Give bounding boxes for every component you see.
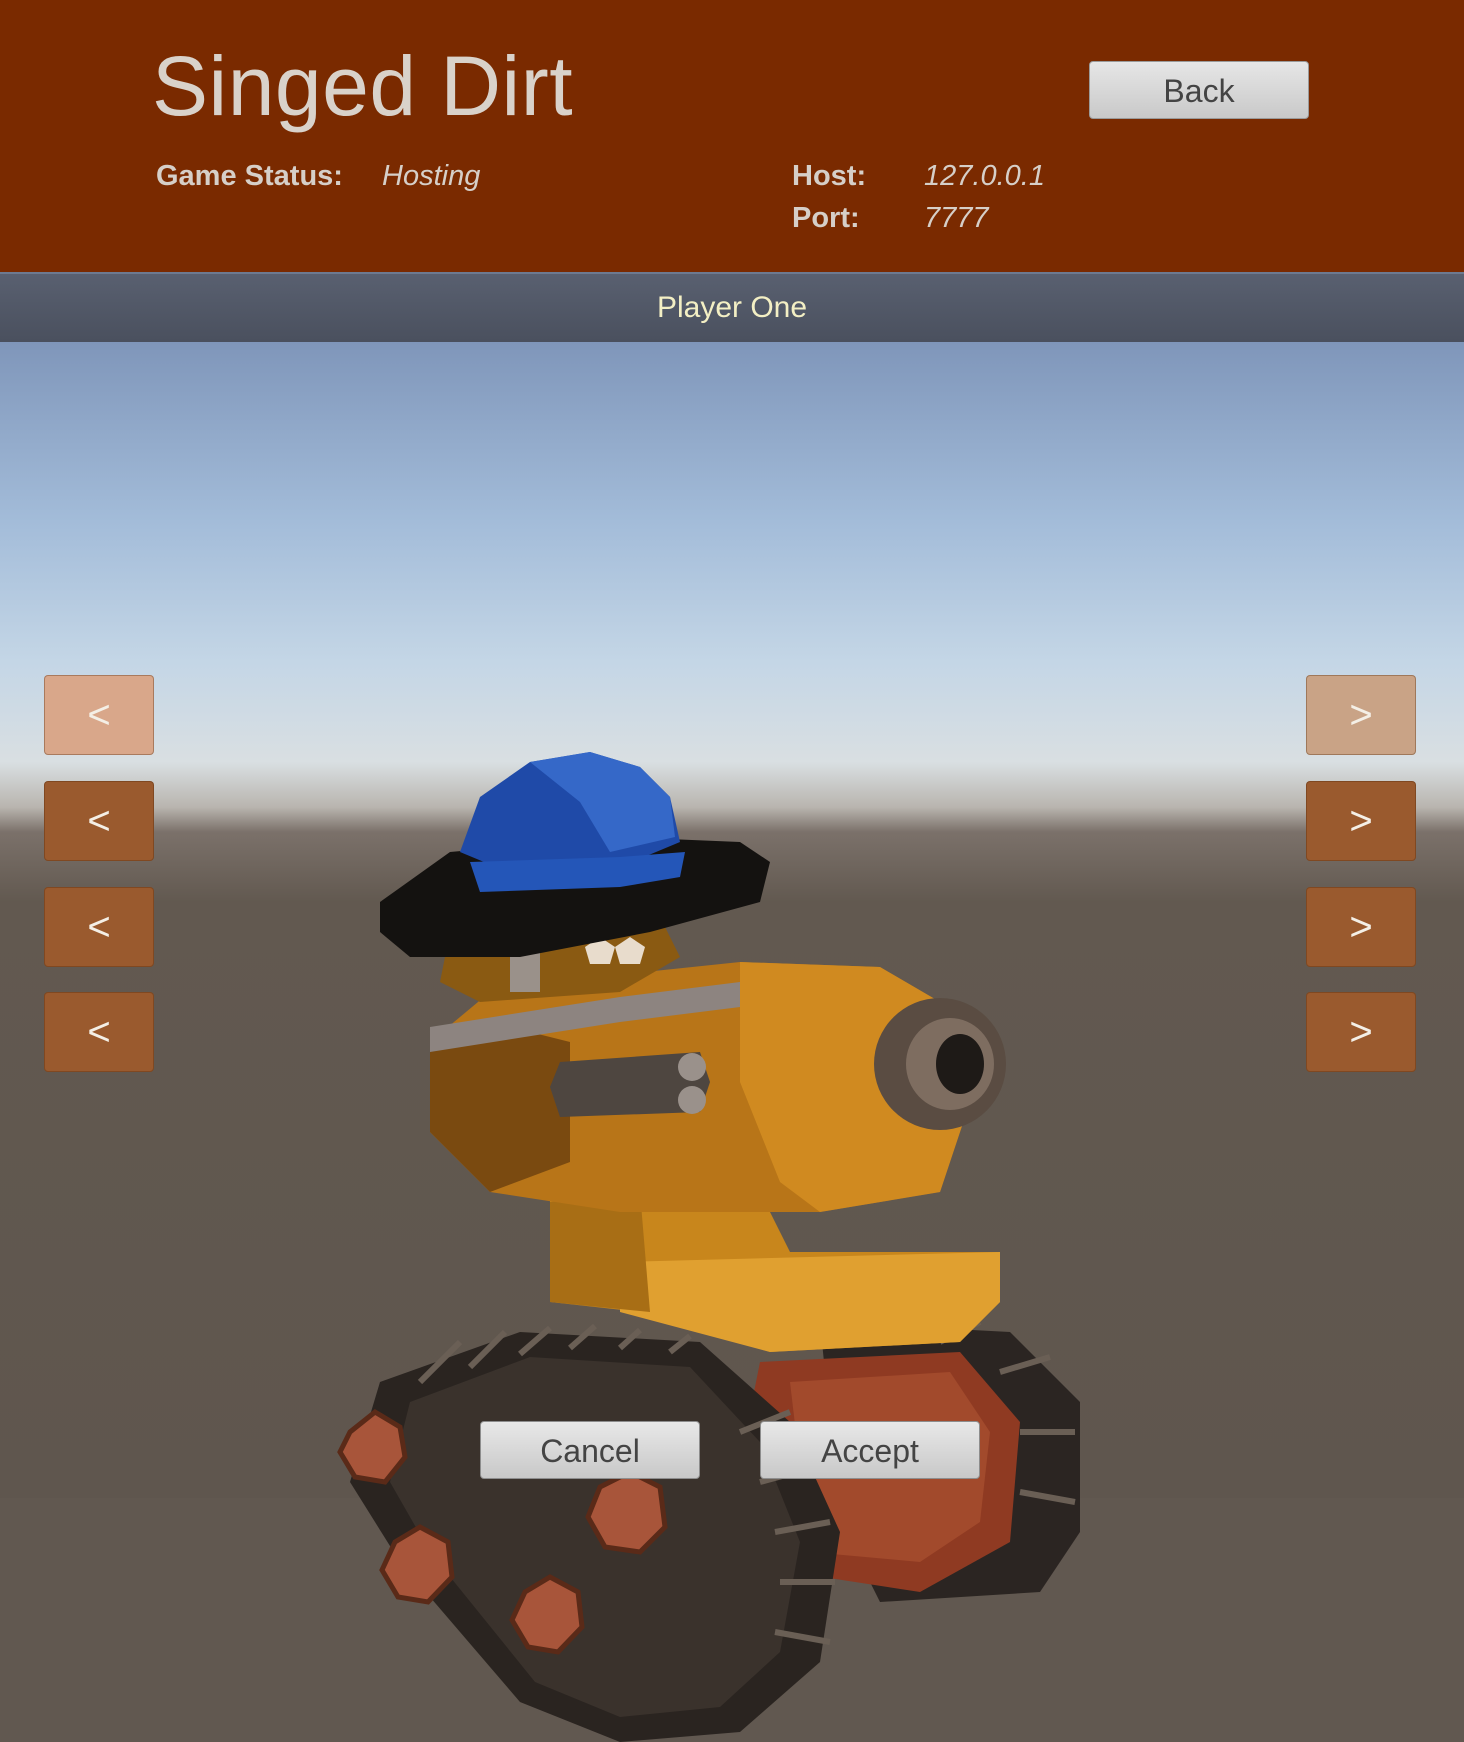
back-button[interactable]: Back bbox=[1089, 61, 1309, 119]
header-panel: Singed Dirt Back Game Status: Hosting Ho… bbox=[0, 0, 1464, 272]
prev-hat-button[interactable]: < bbox=[44, 675, 154, 755]
next-body-button[interactable]: > bbox=[1306, 887, 1416, 967]
host-value: 127.0.0.1 bbox=[924, 160, 1045, 192]
tank-model bbox=[337, 752, 1080, 1742]
player-name: Player One bbox=[656, 291, 808, 324]
prev-turret-button[interactable]: < bbox=[44, 781, 154, 861]
next-turret-button[interactable]: > bbox=[1306, 781, 1416, 861]
game-status-value: Hosting bbox=[382, 160, 481, 192]
port-value: 7777 bbox=[924, 202, 989, 234]
accept-button[interactable]: Accept bbox=[760, 1421, 980, 1479]
port-label: Port: bbox=[792, 202, 860, 234]
tank-preview-scene bbox=[0, 342, 1464, 1742]
player-bar: Player One bbox=[0, 272, 1464, 342]
prev-tracks-button[interactable]: < bbox=[44, 992, 154, 1072]
game-title: Singed Dirt bbox=[152, 39, 574, 133]
prev-body-button[interactable]: < bbox=[44, 887, 154, 967]
game-status-label: Game Status: bbox=[156, 160, 343, 192]
host-label: Host: bbox=[792, 160, 867, 192]
next-hat-button[interactable]: > bbox=[1306, 675, 1416, 755]
cancel-button[interactable]: Cancel bbox=[480, 1421, 700, 1479]
next-tracks-button[interactable]: > bbox=[1306, 992, 1416, 1072]
